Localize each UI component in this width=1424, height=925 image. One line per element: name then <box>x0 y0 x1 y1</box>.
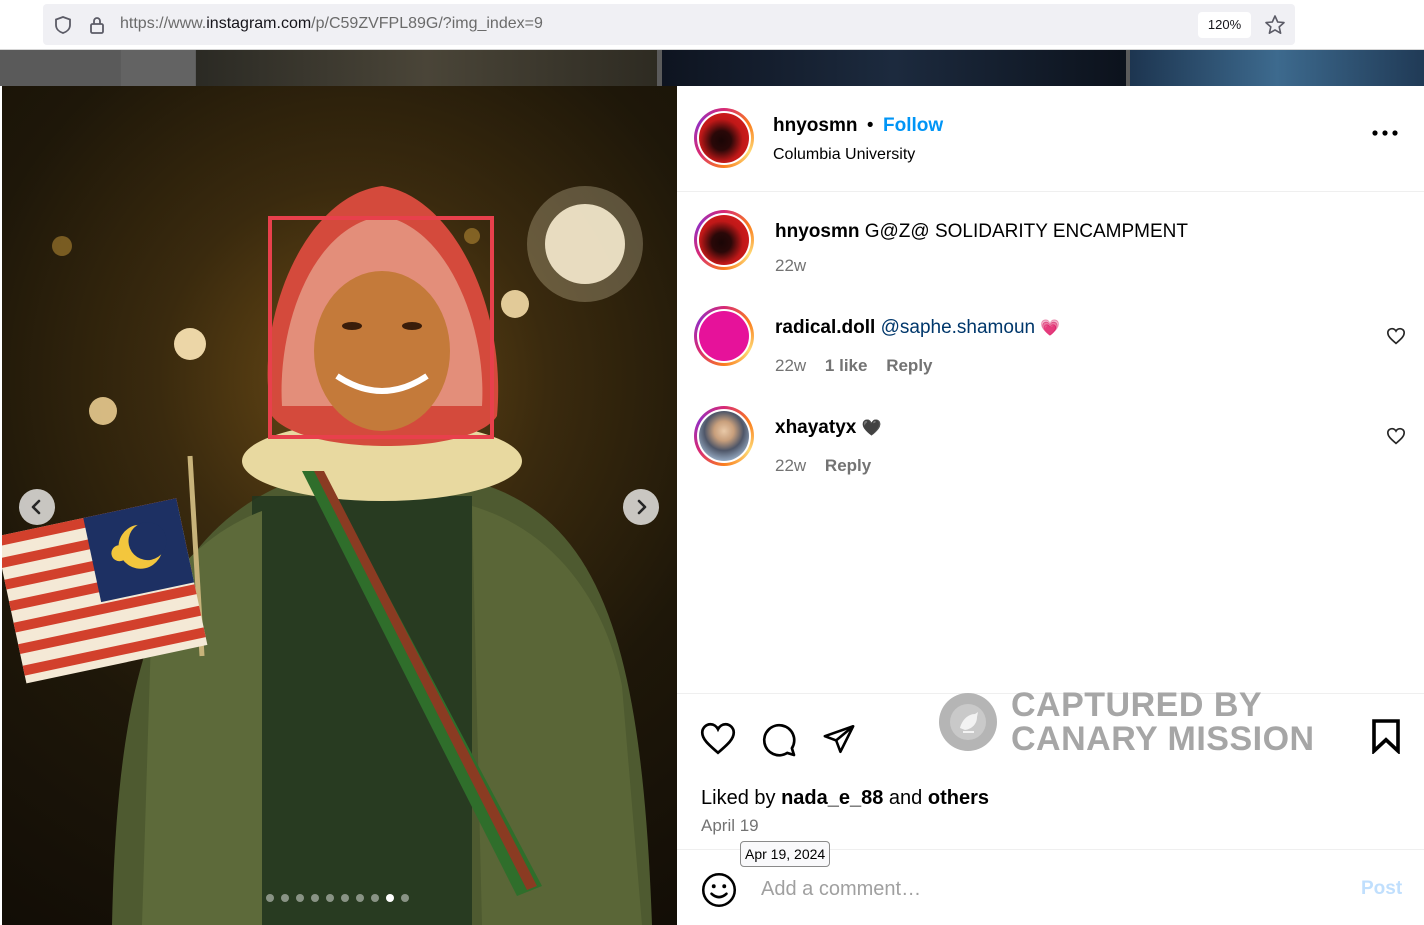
lock-icon[interactable] <box>87 15 107 35</box>
post-actions: CAPTURED BY CANARY MISSION Liked by nada… <box>677 688 1424 849</box>
address-bar[interactable]: https://www.instagram.com/p/C59ZVFPL89G/… <box>43 4 1295 45</box>
gallery-tile <box>1130 50 1424 86</box>
comment-time[interactable]: 22w <box>775 456 806 475</box>
liked-by-text: Liked by nada_e_88 and others <box>701 787 989 809</box>
shield-icon[interactable] <box>53 15 73 35</box>
bookmark-icon[interactable] <box>1371 718 1401 754</box>
carousel-dot <box>296 894 304 902</box>
url-text[interactable]: https://www.instagram.com/p/C59ZVFPL89G/… <box>120 15 543 33</box>
separator-dot: • <box>866 115 874 136</box>
like-comment-icon[interactable] <box>1386 327 1406 345</box>
black-heart-emoji: 🖤 <box>861 420 882 437</box>
gallery-tile <box>662 50 1126 86</box>
caption: hnyosmn G@Z@ SOLIDARITY ENCAMPMENT 22w <box>677 208 1424 278</box>
carousel-dot <box>356 894 364 902</box>
comment-likes[interactable]: 1 like <box>825 356 868 375</box>
carousel-dot <box>311 894 319 902</box>
comment-item: radical.doll @saphe.shamoun 💗 22w 1 like… <box>677 306 1424 376</box>
date-tooltip: Apr 19, 2024 <box>740 841 831 867</box>
comment-username[interactable]: radical.doll <box>775 317 875 338</box>
reply-button[interactable]: Reply <box>825 456 871 475</box>
author-username[interactable]: hnyosmn <box>773 115 857 136</box>
chevron-left-icon <box>31 499 41 515</box>
comment-mention[interactable]: @saphe.shamoun <box>881 317 1036 338</box>
carousel-indicator <box>266 894 409 902</box>
heart-icon[interactable] <box>700 722 736 755</box>
post-location[interactable]: Columbia University <box>773 146 915 164</box>
watermark: CAPTURED BY CANARY MISSION <box>939 688 1315 756</box>
comment-time[interactable]: 22w <box>775 356 806 375</box>
author-avatar[interactable] <box>694 108 754 168</box>
emoji-icon[interactable] <box>701 872 737 908</box>
photo-illustration <box>2 186 652 925</box>
liked-by-others[interactable]: others <box>928 787 989 809</box>
watermark-line-2: CANARY MISSION <box>1011 720 1315 758</box>
comment-avatar[interactable] <box>694 210 754 270</box>
post-date[interactable]: April 19 <box>701 816 759 836</box>
comment-text: G@Z@ SOLIDARITY ENCAMPMENT <box>864 221 1188 242</box>
like-comment-icon[interactable] <box>1386 427 1406 445</box>
post-comment-button[interactable]: Post <box>1361 878 1402 900</box>
carousel-dot <box>266 894 274 902</box>
previous-image-button[interactable] <box>19 489 55 525</box>
gallery-tile <box>0 50 120 86</box>
comment-input[interactable]: Add a comment… <box>761 878 921 901</box>
carousel-dot <box>281 894 289 902</box>
gallery-tile <box>196 50 657 86</box>
chevron-right-icon <box>637 499 647 515</box>
carousel-dot <box>401 894 409 902</box>
comment-icon[interactable] <box>761 722 797 758</box>
carousel-dot <box>371 894 379 902</box>
comment-username[interactable]: xhayatyx <box>775 417 856 438</box>
background-gallery <box>0 50 1424 86</box>
comment-username[interactable]: hnyosmn <box>775 221 859 242</box>
share-icon[interactable] <box>821 722 857 756</box>
heart-emoji: 💗 <box>1040 320 1061 337</box>
liked-by-user[interactable]: nada_e_88 <box>781 787 883 809</box>
carousel-dot <box>326 894 334 902</box>
carousel-dot-active <box>386 894 394 902</box>
carousel-dot <box>341 894 349 902</box>
star-icon[interactable] <box>1264 14 1286 36</box>
post-header: hnyosmn • Follow Columbia University <box>677 86 1424 192</box>
zoom-indicator[interactable]: 120% <box>1198 12 1251 38</box>
watermark-line-1: CAPTURED BY <box>1011 686 1263 724</box>
post-details-panel: hnyosmn • Follow Columbia University hny… <box>677 86 1424 925</box>
post-image[interactable] <box>2 86 677 925</box>
comment-avatar[interactable] <box>694 406 754 466</box>
browser-toolbar: https://www.instagram.com/p/C59ZVFPL89G/… <box>0 0 1424 50</box>
next-image-button[interactable] <box>623 489 659 525</box>
comment-item: xhayatyx 🖤 22w Reply <box>677 406 1424 476</box>
gallery-tile <box>121 50 195 86</box>
follow-button[interactable]: Follow <box>883 115 943 136</box>
reply-button[interactable]: Reply <box>886 356 932 375</box>
canary-logo-icon <box>939 693 997 751</box>
more-options-icon[interactable] <box>1372 130 1398 136</box>
comment-time[interactable]: 22w <box>775 256 806 275</box>
comment-avatar[interactable] <box>694 306 754 366</box>
